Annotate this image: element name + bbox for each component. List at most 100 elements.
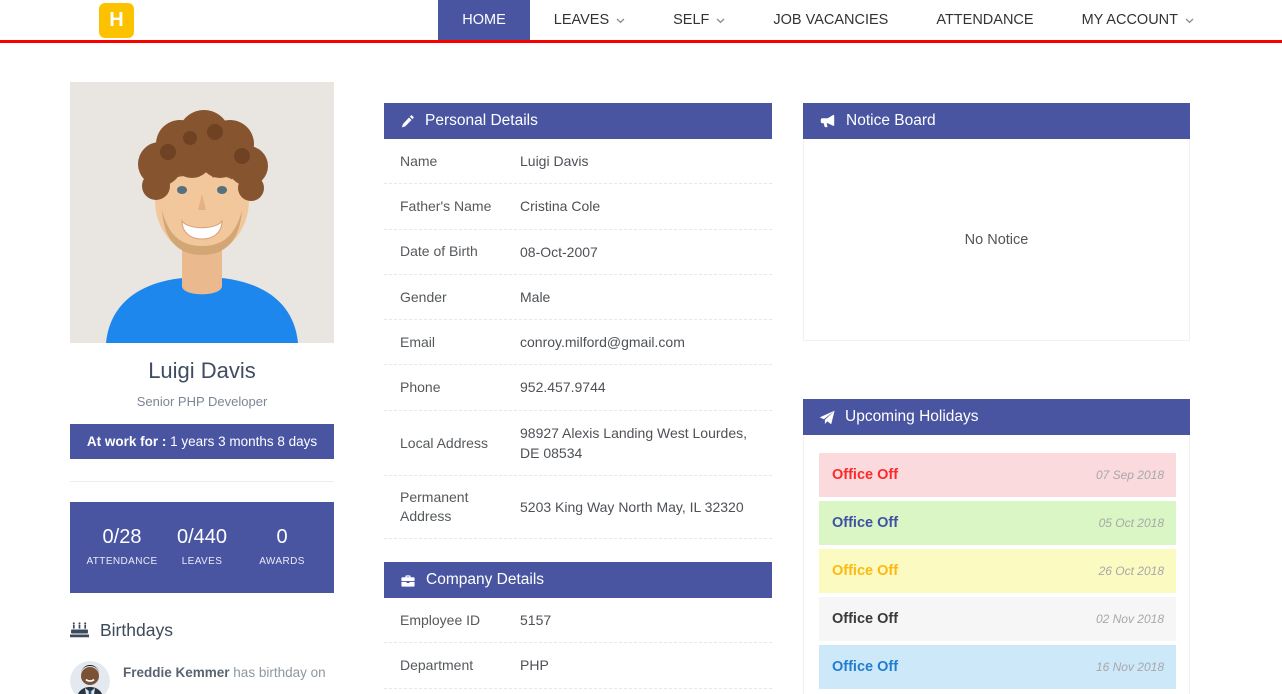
details-column: Personal Details Name Luigi Davis Father… xyxy=(384,103,772,694)
holiday-label: Office Off xyxy=(832,515,898,531)
at-work-label: At work for : xyxy=(87,434,167,449)
holiday-item: Office Off 16 Nov 2018 xyxy=(819,645,1176,689)
paper-plane-icon xyxy=(819,410,835,425)
nav-item-job-vacancies[interactable]: JOB VACANCIES xyxy=(749,0,912,40)
holiday-item: Office Off 07 Sep 2018 xyxy=(819,453,1176,497)
top-nav: H HOME LEAVES SELF JOB VACANCIES ATTENDA… xyxy=(0,0,1282,43)
nav-item-leaves[interactable]: LEAVES xyxy=(530,0,649,40)
holiday-date: 07 Sep 2018 xyxy=(1096,468,1164,482)
birthdays-heading: Birthdays xyxy=(70,620,334,641)
birthday-suffix: has birthday on xyxy=(230,665,326,680)
main-content: Luigi Davis Senior PHP Developer At work… xyxy=(0,43,1282,694)
row-value: Luigi Davis xyxy=(520,151,756,171)
row-value: 952.457.9744 xyxy=(520,377,756,397)
birthdays-title: Birthdays xyxy=(100,620,173,641)
row-label: Father's Name xyxy=(400,197,520,216)
at-work-banner: At work for : 1 years 3 months 8 days xyxy=(70,424,334,459)
birthday-cake-icon xyxy=(70,622,89,639)
detail-row: Local Address 98927 Alexis Landing West … xyxy=(384,411,772,477)
row-value: PHP xyxy=(520,655,756,675)
notice-board-header: Notice Board xyxy=(803,103,1190,139)
nav-item-label: MY ACCOUNT xyxy=(1082,12,1178,28)
row-label: Local Address xyxy=(400,434,520,453)
company-details-panel: Company Details Employee ID 5157 Departm… xyxy=(384,562,772,694)
personal-details-panel: Personal Details Name Luigi Davis Father… xyxy=(384,103,772,539)
no-notice-text: No Notice xyxy=(965,232,1029,248)
row-label: Date of Birth xyxy=(400,242,520,261)
chevron-down-icon xyxy=(716,18,725,24)
holiday-item: Office Off 02 Nov 2018 xyxy=(819,597,1176,641)
holiday-date: 02 Nov 2018 xyxy=(1096,612,1164,626)
row-label: Permanent Address xyxy=(400,488,520,526)
detail-row: Phone 952.457.9744 xyxy=(384,365,772,410)
holiday-date: 05 Oct 2018 xyxy=(1099,516,1164,530)
row-label: Employee ID xyxy=(400,611,520,630)
stat-value: 0/28 xyxy=(82,526,162,549)
divider xyxy=(70,481,334,482)
stats-box: 0/28 ATTENDANCE 0/440 LEAVES 0 AWARDS xyxy=(70,502,334,593)
row-value: Cristina Cole xyxy=(520,196,756,216)
detail-row: Date of Birth 08-Oct-2007 xyxy=(384,230,772,275)
birthday-person-name: Freddie Kemmer xyxy=(123,665,230,680)
app-logo[interactable]: H xyxy=(99,3,134,38)
nav-item-home[interactable]: HOME xyxy=(438,0,530,40)
stat-label: LEAVES xyxy=(162,556,242,567)
holiday-label: Office Off xyxy=(832,467,898,483)
row-label: Phone xyxy=(400,378,520,397)
panel-title: Company Details xyxy=(426,571,544,589)
row-value: 5203 King Way North May, IL 32320 xyxy=(520,497,756,517)
row-label: Email xyxy=(400,333,520,352)
birthday-avatar xyxy=(70,661,110,694)
nav-item-label: LEAVES xyxy=(554,12,609,28)
detail-row: Gender Male xyxy=(384,275,772,320)
nav-item-attendance[interactable]: ATTENDANCE xyxy=(912,0,1057,40)
stat-attendance: 0/28 ATTENDANCE xyxy=(82,526,162,567)
row-label: Department xyxy=(400,656,520,675)
nav-item-self[interactable]: SELF xyxy=(649,0,749,40)
stat-label: AWARDS xyxy=(242,556,322,567)
chevron-down-icon xyxy=(1185,18,1194,24)
detail-row: Email conroy.milford@gmail.com xyxy=(384,320,772,365)
at-work-value: 1 years 3 months 8 days xyxy=(170,434,317,449)
detail-row: Department PHP xyxy=(384,643,772,688)
detail-row: Designation Senior PHP Developer xyxy=(384,689,772,694)
holiday-label: Office Off xyxy=(832,611,898,627)
megaphone-icon xyxy=(819,114,836,129)
holiday-date: 16 Nov 2018 xyxy=(1096,660,1164,674)
row-value: 08-Oct-2007 xyxy=(520,242,756,262)
birthday-list-item: Freddie Kemmer has birthday on xyxy=(70,661,334,694)
employee-designation: Senior PHP Developer xyxy=(70,394,334,409)
nav-menu: HOME LEAVES SELF JOB VACANCIES ATTENDANC… xyxy=(438,0,1282,40)
panel-title: Upcoming Holidays xyxy=(845,408,979,426)
detail-row: Father's Name Cristina Cole xyxy=(384,184,772,229)
stat-value: 0/440 xyxy=(162,526,242,549)
holiday-label: Office Off xyxy=(832,659,898,675)
briefcase-icon xyxy=(400,573,416,588)
profile-sidebar: Luigi Davis Senior PHP Developer At work… xyxy=(70,82,334,694)
holiday-item: Office Off 05 Oct 2018 xyxy=(819,501,1176,545)
holidays-list: Office Off 07 Sep 2018 Office Off 05 Oct… xyxy=(803,435,1190,694)
employee-name: Luigi Davis xyxy=(70,358,334,384)
birthday-text: Freddie Kemmer has birthday on xyxy=(123,661,326,684)
row-value: conroy.milford@gmail.com xyxy=(520,332,756,352)
row-value: Male xyxy=(520,287,756,307)
detail-row: Permanent Address 5203 King Way North Ma… xyxy=(384,476,772,539)
pencil-icon xyxy=(400,114,415,129)
panel-title: Personal Details xyxy=(425,112,538,130)
row-label: Name xyxy=(400,152,520,171)
holiday-label: Office Off xyxy=(832,563,898,579)
nav-item-my-account[interactable]: MY ACCOUNT xyxy=(1058,0,1218,40)
panel-title: Notice Board xyxy=(846,112,936,130)
row-value: 5157 xyxy=(520,610,756,630)
stat-value: 0 xyxy=(242,526,322,549)
company-details-header: Company Details xyxy=(384,562,772,598)
row-value: 98927 Alexis Landing West Lourdes, DE 08… xyxy=(520,423,756,464)
notice-board-body: No Notice xyxy=(803,139,1190,341)
row-label: Gender xyxy=(400,288,520,307)
nav-item-label: SELF xyxy=(673,12,709,28)
chevron-down-icon xyxy=(616,18,625,24)
notices-column: Notice Board No Notice Upcoming Holidays… xyxy=(803,103,1190,694)
detail-row: Name Luigi Davis xyxy=(384,139,772,184)
personal-details-header: Personal Details xyxy=(384,103,772,139)
nav-item-label: JOB VACANCIES xyxy=(773,12,888,28)
